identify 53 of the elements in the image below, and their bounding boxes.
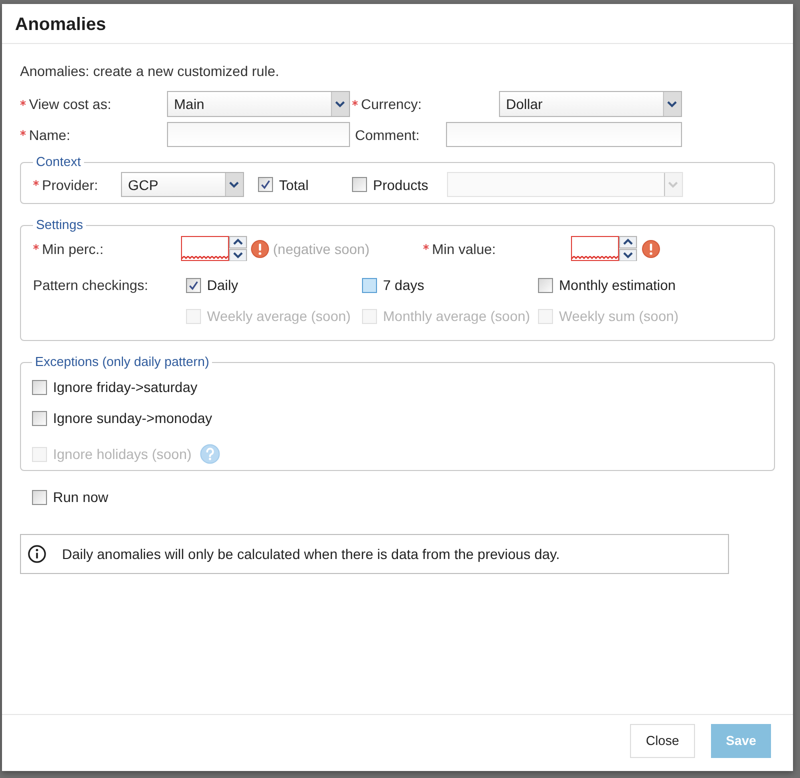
checkbox-label: Total [279,176,309,194]
checkbox[interactable] [186,278,201,292]
field-label: Comment: [355,126,420,144]
chevron-down-icon[interactable] [663,92,681,116]
dropdown[interactable]: Main [167,91,350,117]
field-label: Pattern checkings: [33,276,150,295]
number-field[interactable] [181,236,229,261]
checkbox-label: Ignore friday->saturday [53,378,198,397]
number-field[interactable] [571,236,619,261]
info-icon [28,545,46,563]
checkbox-label: Ignore holidays (soon) [53,445,192,464]
text-field[interactable] [446,122,682,147]
checkbox[interactable] [538,278,553,292]
field-label: Min value: [432,240,496,258]
field-label: Min perc.: [42,240,104,258]
checkbox-label: Ignore sunday->monoday [53,409,212,428]
text-field[interactable] [167,122,350,147]
info-text: Daily anomalies will only be calculated when there is data from the previous day. [62,545,560,564]
checkbox[interactable] [352,177,367,192]
chevron-up-icon[interactable] [229,236,247,248]
chevron-down-icon[interactable] [331,92,349,116]
chevron-down-icon[interactable] [225,173,243,196]
checkbox-label: Monthly average (soon) [383,307,530,326]
field-label: Provider: [42,176,98,194]
field-label: Name: [29,126,70,144]
dropdown[interactable]: GCP [121,172,244,197]
checkbox-label: 7 days [383,276,424,295]
checkbox-label: Run now [53,488,108,507]
section-legend: Exceptions (only daily pattern) [32,354,212,370]
checkbox-label: Weekly sum (soon) [559,307,679,326]
dialog-title: Anomalies [15,12,106,34]
chevron-down-icon[interactable] [229,248,247,261]
checkbox[interactable] [362,278,377,292]
checkbox-label: Daily [207,276,238,295]
intro-text: Anomalies: create a new customized rule. [20,62,280,81]
section-legend: Context [33,154,84,170]
checkbox[interactable] [32,490,47,504]
checkmark-icon [188,280,199,290]
checkbox-label: Products [373,176,428,194]
field-label: View cost as: [29,95,112,114]
checkbox-label: Monthly estimation [559,276,676,295]
checkbox[interactable] [32,410,47,426]
checkbox[interactable] [258,177,273,192]
chevron-up-icon[interactable] [619,236,637,248]
checkbox-label: Weekly average (soon) [207,307,351,326]
checkbox[interactable] [32,380,47,394]
secondary-button[interactable]: Close [630,724,695,758]
dropdown[interactable]: Dollar [499,91,682,117]
section-legend: Settings [33,217,86,233]
chevron-down-icon[interactable] [619,248,637,261]
checkmark-icon [260,179,271,190]
field-label: Currency: [361,95,422,114]
hint-text: (negative soon) [273,240,370,258]
